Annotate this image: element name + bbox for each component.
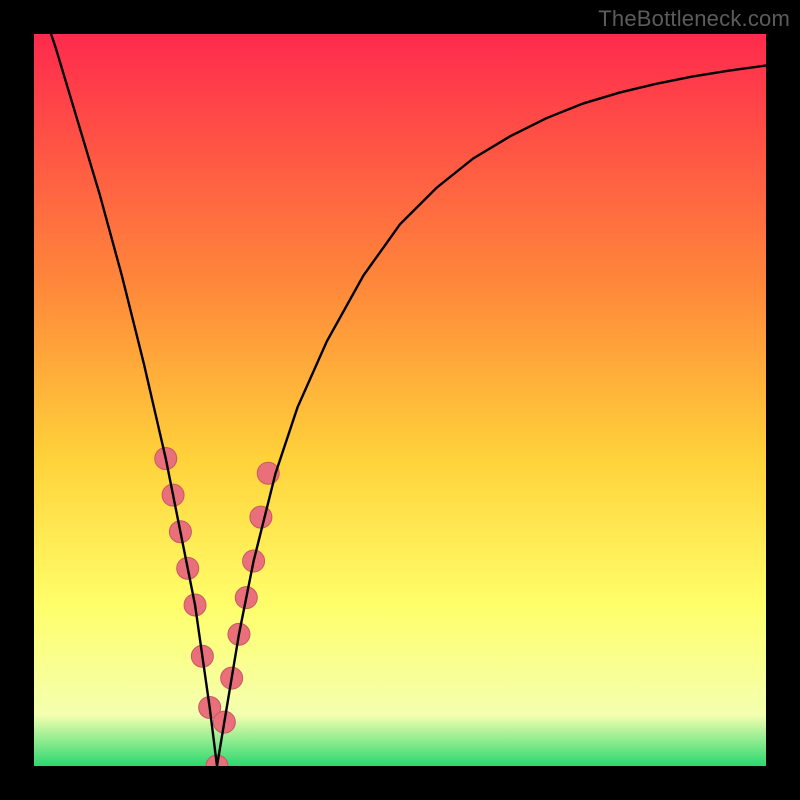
curve-marker <box>250 506 272 528</box>
chart-svg <box>34 34 766 766</box>
outer-frame: TheBottleneck.com <box>0 0 800 800</box>
watermark-text: TheBottleneck.com <box>598 6 790 32</box>
plot-area <box>34 34 766 766</box>
gradient-background <box>34 34 766 766</box>
